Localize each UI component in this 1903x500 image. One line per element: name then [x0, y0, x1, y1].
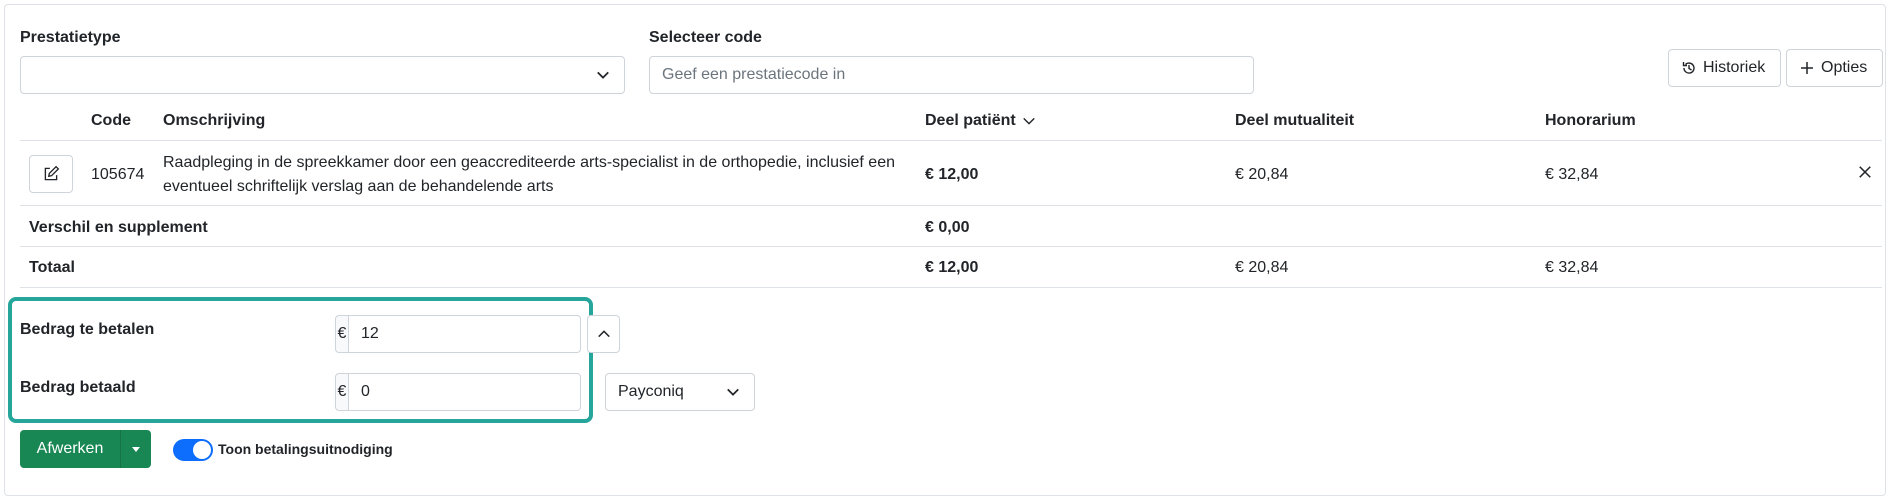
- divider: [20, 287, 1882, 288]
- currency-prefix: €: [335, 373, 348, 411]
- payment-method-value: Payconiq: [618, 383, 684, 400]
- prestatietype-select[interactable]: [20, 56, 625, 94]
- sort-chevron-down-icon: [1022, 117, 1035, 125]
- divider: [20, 140, 1882, 141]
- history-icon: [1682, 62, 1695, 74]
- finish-split-button: Afwerken: [20, 430, 151, 468]
- payment-method-select[interactable]: Payconiq: [605, 373, 755, 411]
- row-fee: € 32,84: [1545, 166, 1599, 183]
- col-header-code: Code: [91, 112, 131, 129]
- col-header-description: Omschrijving: [163, 112, 266, 129]
- code-label: Selecteer code: [649, 29, 762, 46]
- amount-to-pay-input[interactable]: [348, 315, 581, 353]
- options-button[interactable]: Opties: [1786, 49, 1883, 87]
- col-header-mutuality-share: Deel mutualiteit: [1235, 112, 1355, 129]
- chevron-down-icon: [597, 71, 609, 79]
- col-header-patient-share[interactable]: Deel patiënt: [925, 112, 1036, 130]
- chevron-up-icon: [597, 330, 610, 338]
- amount-toggle-button[interactable]: [587, 315, 620, 353]
- edit-row-button[interactable]: [29, 155, 73, 193]
- row-patient-share: € 12,00: [925, 166, 979, 183]
- payment-invite-toggle[interactable]: [173, 439, 213, 461]
- payment-invite-label: Toon betalingsuitnodiging: [218, 441, 393, 457]
- total-patient-share: € 12,00: [925, 259, 979, 276]
- toggle-knob: [193, 441, 211, 459]
- row-description: Raadpleging in de spreekkamer door een g…: [163, 154, 895, 195]
- chevron-down-icon: [727, 388, 739, 396]
- finish-dropdown-toggle[interactable]: [121, 430, 151, 468]
- code-input[interactable]: [649, 56, 1254, 94]
- col-header-patient-share-label: Deel patiënt: [925, 112, 1016, 129]
- finish-button[interactable]: Afwerken: [20, 430, 121, 468]
- supplement-patient-share: € 0,00: [925, 219, 970, 236]
- divider: [20, 205, 1882, 206]
- options-label: Opties: [1821, 59, 1868, 76]
- amount-paid-label: Bedrag betaald: [20, 379, 136, 396]
- col-header-fee: Honorarium: [1545, 112, 1636, 129]
- prestatietype-label: Prestatietype: [20, 29, 121, 46]
- history-label: Historiek: [1703, 59, 1766, 76]
- close-icon[interactable]: [1858, 165, 1872, 179]
- total-fee: € 32,84: [1545, 259, 1599, 276]
- amount-paid-group: €: [335, 373, 581, 411]
- supplement-label: Verschil en supplement: [29, 219, 208, 236]
- total-mutuality-share: € 20,84: [1235, 259, 1289, 276]
- amount-to-pay-label: Bedrag te betalen: [20, 321, 155, 338]
- total-label: Totaal: [29, 259, 75, 276]
- edit-icon: [44, 165, 60, 181]
- history-button[interactable]: Historiek: [1668, 49, 1781, 87]
- plus-icon: [1801, 62, 1813, 74]
- row-mutuality-share: € 20,84: [1235, 166, 1289, 183]
- currency-prefix: €: [335, 315, 348, 353]
- divider: [20, 246, 1882, 247]
- amount-paid-input[interactable]: [348, 373, 581, 411]
- caret-down-icon: [132, 446, 140, 452]
- row-code: 105674: [91, 166, 145, 183]
- amount-to-pay-group: €: [335, 315, 581, 353]
